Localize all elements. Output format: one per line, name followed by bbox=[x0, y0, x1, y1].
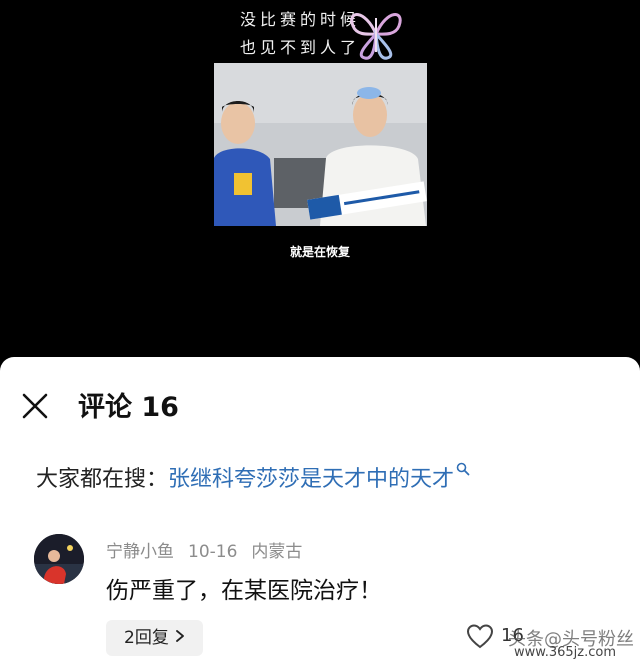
butterfly-sticker-icon bbox=[350, 13, 402, 60]
comment-date: 10-16 bbox=[188, 542, 238, 562]
comment-meta: 宁静小鱼 10-16 内蒙古 bbox=[106, 537, 316, 562]
avatar-image bbox=[34, 534, 84, 584]
watermark-url: www.365jz.com bbox=[514, 645, 616, 660]
view-replies-button[interactable]: 2回复 bbox=[106, 620, 203, 656]
video-caption: 就是在恢复 bbox=[289, 245, 350, 259]
video-thumbnail[interactable] bbox=[214, 63, 427, 226]
video-player[interactable]: 没比赛的时候 也见不到人了 就是在恢复 bbox=[0, 0, 640, 360]
chevron-right-icon bbox=[175, 630, 184, 642]
comments-title: 评论 16 bbox=[78, 392, 179, 423]
comments-sheet: 评论 16 大家都在搜：张继科夸莎莎是天才中的天才 宁静小鱼 10-16 内蒙古 伤… bbox=[0, 357, 640, 665]
comment-location: 内蒙古 bbox=[251, 542, 303, 562]
heart-icon[interactable] bbox=[466, 623, 494, 651]
reply-count-label: 2回复 bbox=[124, 628, 169, 648]
close-icon[interactable] bbox=[18, 389, 52, 423]
comment-text: 伤严重了，在某医院治疗！ bbox=[106, 578, 382, 604]
video-thumbnail-scene bbox=[214, 63, 427, 226]
video-overlay-line1: 没比赛的时候 bbox=[240, 10, 361, 29]
avatar[interactable] bbox=[34, 534, 84, 584]
trending-search: 大家都在搜：张继科夸莎莎是天才中的天才 bbox=[36, 461, 470, 493]
video-overlay-line2: 也见不到人了 bbox=[240, 38, 361, 57]
trending-search-label: 大家都在搜： bbox=[36, 467, 169, 492]
comment-username[interactable]: 宁静小鱼 bbox=[106, 542, 174, 562]
trending-search-link[interactable]: 张继科夸莎莎是天才中的天才 bbox=[168, 467, 454, 492]
search-icon[interactable] bbox=[456, 462, 470, 476]
